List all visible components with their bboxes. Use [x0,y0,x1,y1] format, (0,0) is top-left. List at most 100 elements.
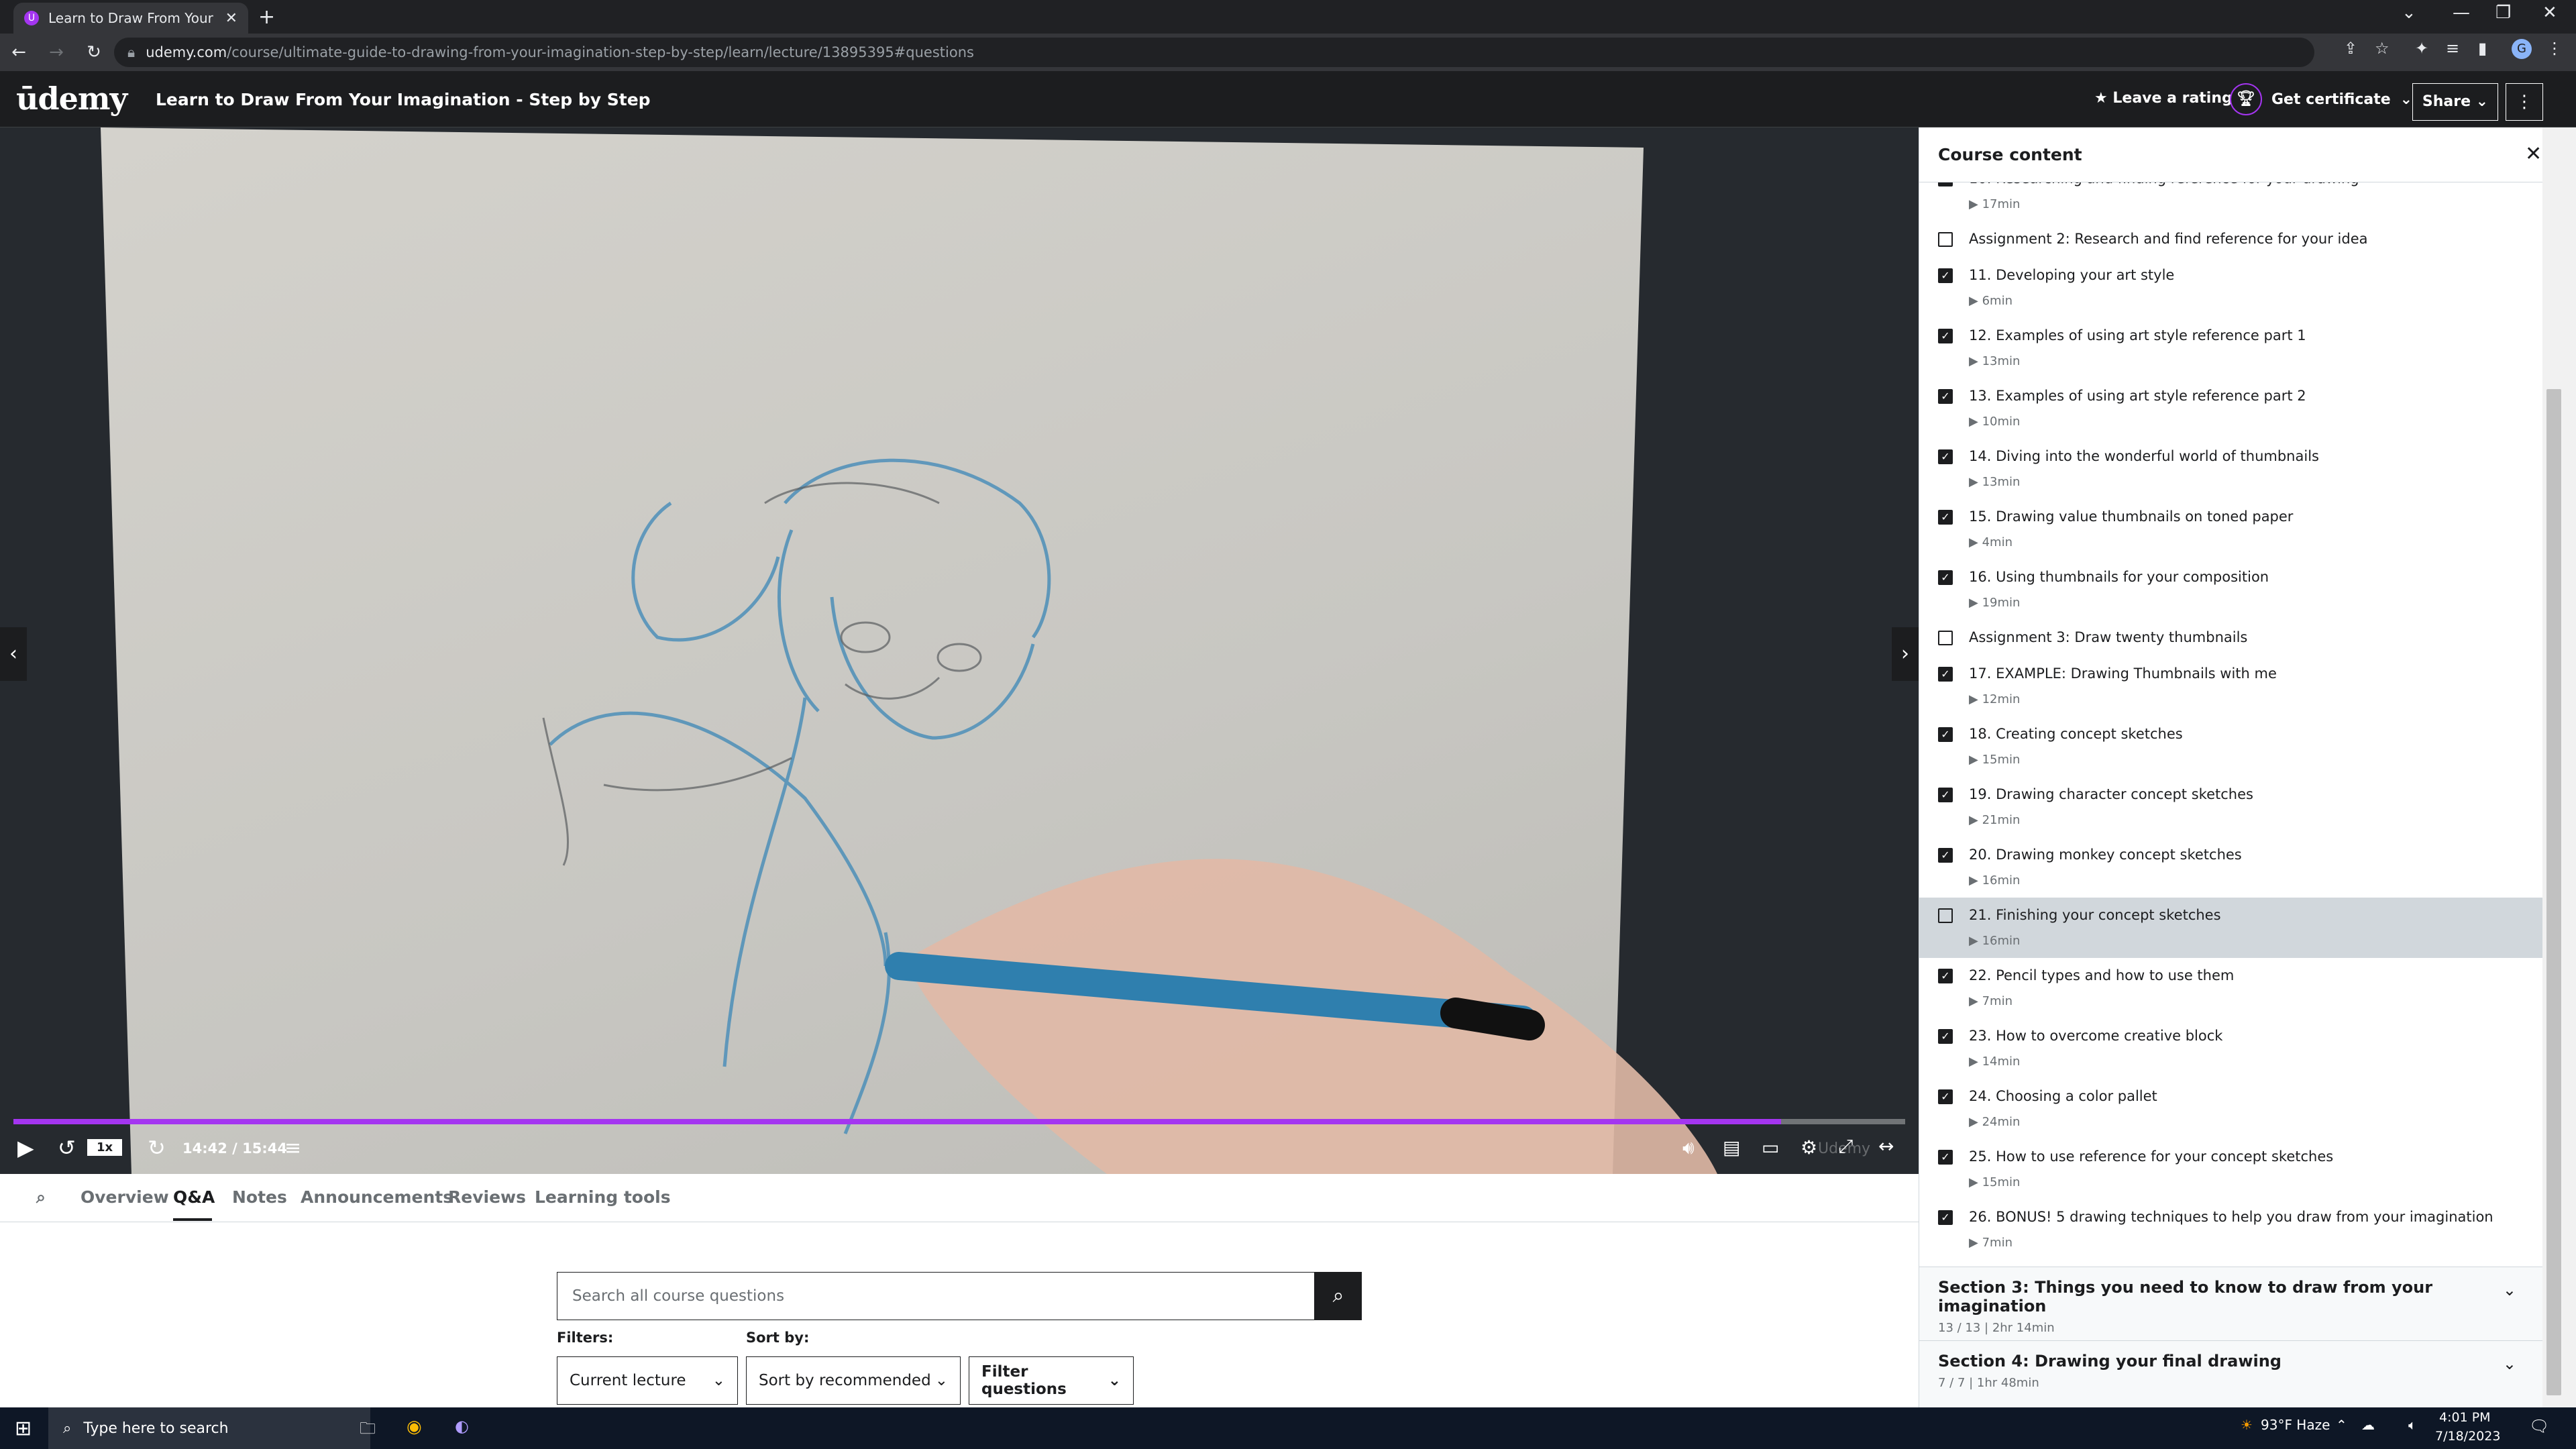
weather-text[interactable]: 93°F Haze [2261,1417,2330,1433]
completion-checkbox[interactable]: ✓ [1938,268,1953,283]
volume-icon[interactable]: 🔊︎ [1682,1136,1695,1159]
curriculum-item[interactable]: ✓ 25. How to use reference for your conce… [1919,1139,2543,1199]
lecture-filter-select[interactable]: Current lecture ⌄ [557,1356,738,1405]
curriculum-item[interactable]: ✓ 14. Diving into the wonderful world of … [1919,439,2543,499]
close-sidebar-icon[interactable]: ✕ [2525,142,2542,166]
share-button[interactable]: Share ⌄ [2412,83,2498,121]
get-certificate-button[interactable]: 🏆︎ Get certificate ⌄ [2230,83,2412,115]
forward-icon[interactable]: → [38,42,75,62]
curriculum-item[interactable]: ✓ 11. Developing your art style ▶ 6min [1919,258,2543,318]
start-icon[interactable]: ⊞ [15,1417,32,1440]
completion-checkbox[interactable]: ✓ [1938,788,1953,802]
tab-notes[interactable]: Notes [232,1187,287,1207]
curriculum-item[interactable]: ✓ 24. Choosing a color pallet ▶ 24min [1919,1079,2543,1139]
notification-icon[interactable]: 🗨︎ [2529,1417,2549,1436]
clock-time[interactable]: 4:01 PM [2439,1410,2491,1425]
tray-chevron-icon[interactable]: ⌃ [2336,1417,2347,1433]
weather-icon[interactable]: ☀ [2241,1417,2253,1433]
playback-speed-button[interactable]: 1x [87,1139,123,1156]
curriculum-item[interactable]: Assignment 3: Draw twenty thumbnails [1919,620,2543,656]
forward-icon[interactable]: ↻ [148,1135,166,1161]
completion-checkbox[interactable]: ✓ [1938,667,1953,682]
completion-checkbox[interactable]: ✓ [1938,969,1953,983]
curriculum-item[interactable]: ✓ 23. How to overcome creative block ▶ 14m… [1919,1018,2543,1079]
completion-checkbox[interactable]: ✓ [1938,1089,1953,1104]
completion-checkbox[interactable]: ✓ [1938,1029,1953,1044]
completion-checkbox[interactable]: ✓ [1938,570,1953,585]
completion-checkbox[interactable] [1938,232,1953,247]
completion-checkbox[interactable]: ✓ [1938,848,1953,863]
filter-questions-button[interactable]: Filter questions ⌄ [969,1356,1134,1405]
video-progress-bar[interactable] [13,1119,1905,1124]
curriculum-item[interactable]: ✓ 16. Using thumbnails for your compositi… [1919,559,2543,620]
share-page-icon[interactable]: ⇪ [2344,39,2357,58]
extensions-icon[interactable]: ✦ [2415,39,2428,58]
close-window-icon[interactable]: ✕ [2542,3,2557,23]
course-title[interactable]: Learn to Draw From Your Imagination - St… [156,90,651,109]
curriculum-item[interactable]: ✓ 19. Drawing character concept sketches ▶… [1919,777,2543,837]
curriculum-item[interactable]: ✓ 17. EXAMPLE: Drawing Thumbnails with me… [1919,656,2543,716]
volume-icon[interactable]: 🔈︎ [2408,1417,2416,1433]
side-panel-icon[interactable]: ▮ [2478,39,2487,58]
completion-checkbox[interactable]: ✓ [1938,182,1953,186]
reload-icon[interactable]: ↻ [75,42,113,62]
address-bar[interactable]: 🔒︎ udemy.com /course/ultimate-guide-to-d… [114,38,2314,67]
browser-tab[interactable]: U Learn to Draw From Your Imaginatio ✕ [13,3,248,34]
tab-search-icon[interactable]: ⌄ [2402,3,2416,23]
completion-checkbox[interactable]: ✓ [1938,329,1953,343]
chrome-icon[interactable]: ◉ [407,1417,422,1437]
section-header[interactable]: Section 4: Drawing your final drawing 7 /… [1919,1340,2543,1407]
rewind-icon[interactable]: ↺ [58,1135,76,1161]
restore-icon[interactable]: ❐ [2496,3,2511,23]
previous-lecture-arrow[interactable]: ‹ [0,627,27,681]
media-icon[interactable]: ≡ [2446,39,2459,58]
bookmark-star-icon[interactable]: ☆ [2375,39,2390,58]
curriculum-item[interactable]: ✓ 15. Drawing value thumbnails on toned p… [1919,499,2543,559]
close-tab-icon[interactable]: ✕ [225,10,237,27]
leave-rating-button[interactable]: ★ Leave a rating [2094,90,2233,107]
search-icon[interactable]: ⌕ [36,1187,46,1208]
transcript-icon[interactable]: ▤ [1723,1136,1740,1159]
completion-checkbox[interactable]: ✓ [1938,1150,1953,1165]
completion-checkbox[interactable]: ✓ [1938,727,1953,742]
curriculum-item[interactable]: ✓ 26. BONUS! 5 drawing techniques to help… [1919,1199,2543,1260]
expand-width-icon[interactable]: ↔ [1878,1135,1894,1157]
file-explorer-icon[interactable]: 🗀︎ [360,1417,376,1444]
chevron-down-icon[interactable]: ⌄ [2503,1281,2516,1299]
completion-checkbox[interactable]: ✓ [1938,510,1953,525]
profile-avatar[interactable]: G [2512,39,2532,59]
completion-checkbox[interactable] [1938,631,1953,645]
tab-reviews[interactable]: Reviews [448,1187,526,1207]
fullscreen-icon[interactable]: ⤢ [1838,1135,1853,1158]
video-player[interactable]: ‹ › [0,127,1919,1174]
chrome-menu-icon[interactable]: ⋮ [2546,39,2563,58]
curriculum-item[interactable]: ✓ 18. Creating concept sketches ▶ 15min [1919,716,2543,777]
search-button[interactable]: ⌕ [1315,1272,1362,1320]
udemy-logo[interactable]: ūdemy [16,80,127,117]
question-search-input[interactable]: Search all course questions [557,1272,1315,1320]
curriculum-item[interactable]: ✓ 12. Examples of using art style referen… [1919,318,2543,378]
tab-overview[interactable]: Overview [80,1187,169,1207]
clock-date[interactable]: 7/18/2023 [2435,1429,2500,1444]
github-desktop-icon[interactable]: ◐ [455,1417,469,1436]
settings-icon[interactable]: ⚙ [1801,1136,1817,1159]
completion-checkbox[interactable]: ✓ [1938,389,1953,404]
minimize-icon[interactable]: — [2453,3,2470,23]
network-icon[interactable]: ☁ [2361,1417,2375,1433]
taskbar-search[interactable]: ⌕ Type here to search [48,1407,370,1449]
back-icon[interactable]: ← [0,42,38,62]
curriculum-item[interactable]: ✓ 20. Drawing monkey concept sketches ▶ 16… [1919,837,2543,898]
new-tab-button[interactable]: + [258,5,275,29]
curriculum-item[interactable]: ✓ 13. Examples of using art style referen… [1919,378,2543,439]
sidebar-scroll-thumb[interactable] [2546,389,2561,1395]
curriculum-item[interactable]: 21. Finishing your concept sketches ▶ 16m… [1919,898,2543,958]
section-header[interactable]: Section 3: Things you need to know to dr… [1919,1267,2543,1340]
chevron-down-icon[interactable]: ⌄ [2503,1354,2516,1373]
curriculum-item[interactable]: ✓ 22. Pencil types and how to use them ▶ 7… [1919,958,2543,1018]
next-lecture-arrow[interactable]: › [1892,627,1919,681]
tab-announcements[interactable]: Announcements [301,1187,453,1207]
completion-checkbox[interactable]: ✓ [1938,449,1953,464]
curriculum-item[interactable]: Assignment 2: Research and find referenc… [1919,221,2543,258]
completion-checkbox[interactable]: ✓ [1938,1210,1953,1225]
play-icon[interactable]: ▶ [17,1135,34,1161]
